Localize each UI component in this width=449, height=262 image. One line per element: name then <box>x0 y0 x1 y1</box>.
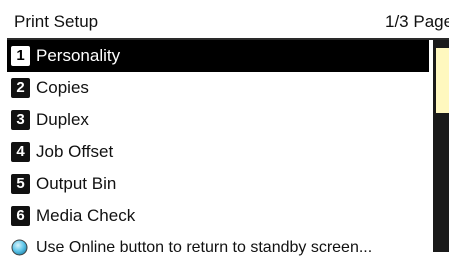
number-3-icon: 3 <box>11 110 30 130</box>
menu-item-label: Job Offset <box>36 142 114 161</box>
printer-panel-screen: Print Setup 1/3 Page 1 Personality 2 Cop… <box>3 3 449 262</box>
number-6-icon: 6 <box>11 206 30 226</box>
menu-item-output-bin[interactable]: 5 Output Bin <box>7 168 429 200</box>
scroll-thumb[interactable] <box>436 48 449 113</box>
page-title: Print Setup <box>14 12 99 31</box>
scrollbar[interactable] <box>433 40 449 252</box>
menu-item-media-check[interactable]: 6 Media Check <box>7 200 429 232</box>
header-bar: Print Setup 1/3 Page <box>7 6 449 40</box>
menu-item-label: Copies <box>36 78 89 97</box>
menu-item-label: Media Check <box>36 206 136 225</box>
menu-item-label: Output Bin <box>36 174 117 193</box>
page-indicator: 1/3 Page <box>385 12 449 31</box>
number-1-icon: 1 <box>11 46 30 66</box>
number-5-icon: 5 <box>11 174 30 194</box>
menu-item-copies[interactable]: 2 Copies <box>7 72 429 104</box>
menu-item-job-offset[interactable]: 4 Job Offset <box>7 136 429 168</box>
number-4-icon: 4 <box>11 142 30 162</box>
print-setup-menu: 1 Personality 2 Copies 3 Duplex 4 Job Of… <box>7 40 429 232</box>
menu-item-personality[interactable]: 1 Personality <box>7 40 429 72</box>
footer-text: Use Online button to return to standby s… <box>36 239 373 256</box>
number-2-icon: 2 <box>11 78 30 98</box>
footer-hint: Use Online button to return to standby s… <box>7 235 449 262</box>
online-button-icon <box>11 239 28 256</box>
menu-item-label: Personality <box>36 46 121 65</box>
menu-item-duplex[interactable]: 3 Duplex <box>7 104 429 136</box>
menu-item-label: Duplex <box>36 110 89 129</box>
